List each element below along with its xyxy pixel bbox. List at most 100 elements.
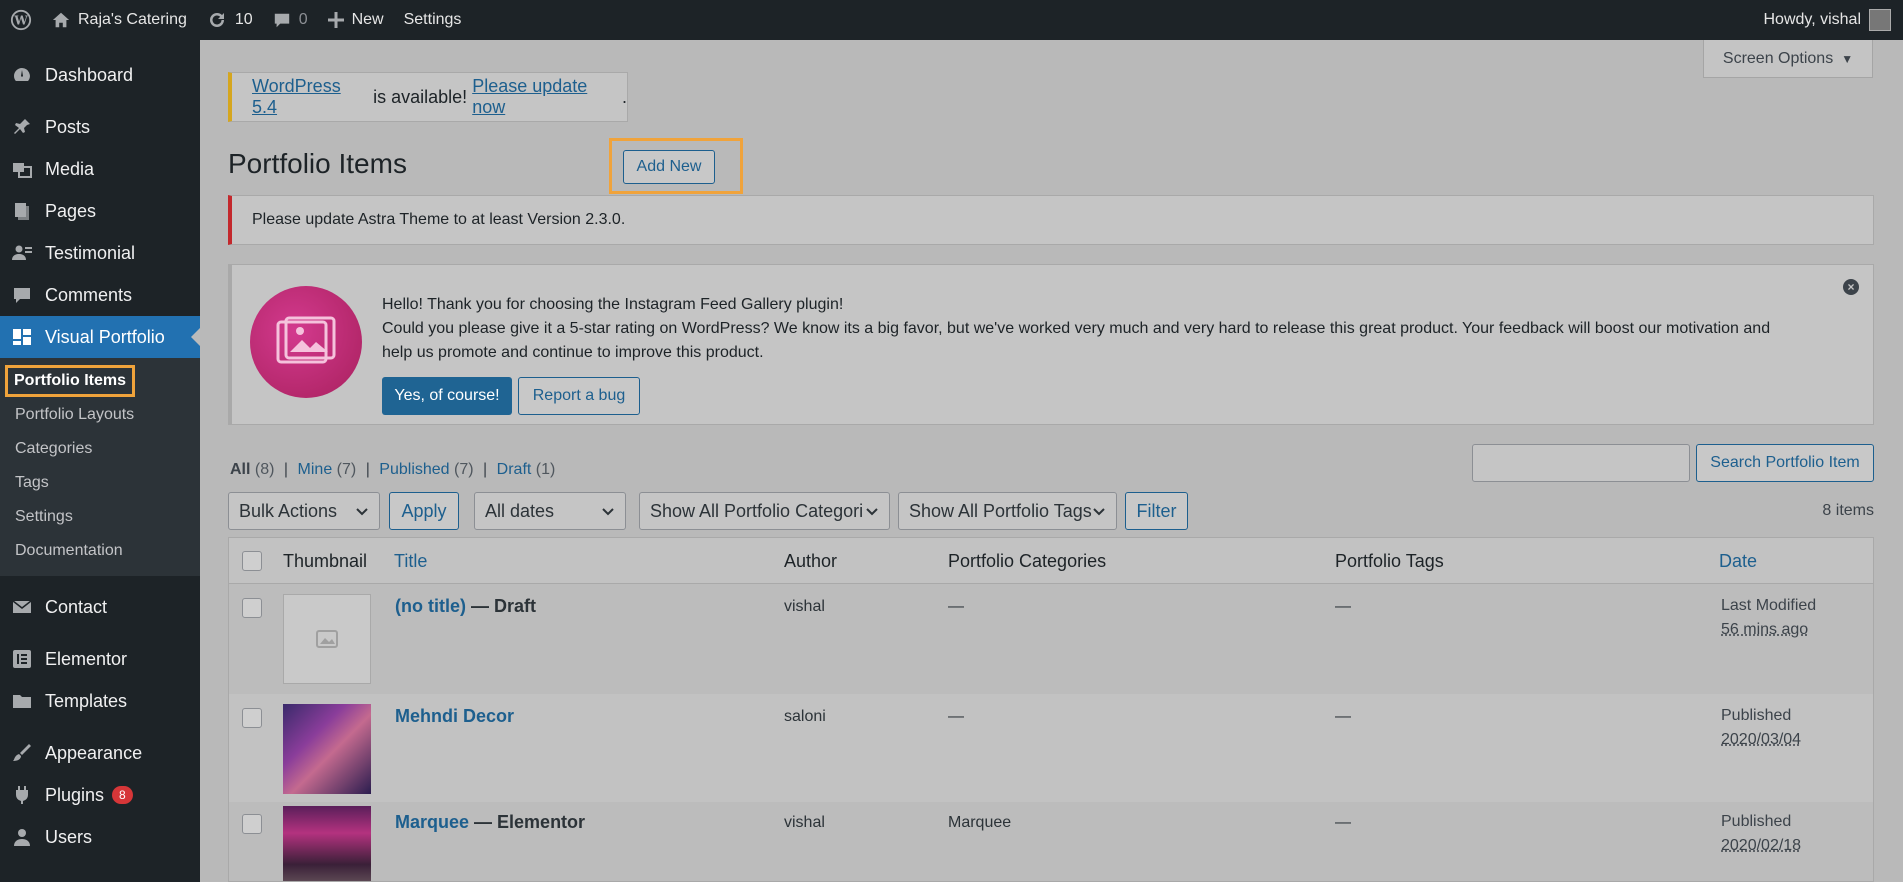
screen-options-button[interactable]: Screen Options ▼ bbox=[1703, 40, 1873, 78]
settings-link[interactable]: Settings bbox=[394, 0, 472, 40]
menu-label: Appearance bbox=[45, 742, 143, 763]
view-label: All bbox=[230, 461, 251, 478]
submenu-label: Tags bbox=[15, 474, 49, 491]
row-checkbox[interactable] bbox=[242, 708, 262, 728]
update-now-link[interactable]: Please update now bbox=[472, 76, 622, 118]
my-account[interactable]: Howdy, vishal bbox=[1763, 9, 1903, 31]
row-checkbox[interactable] bbox=[242, 814, 262, 834]
menu-visual-portfolio[interactable]: Visual Portfolio bbox=[0, 316, 200, 358]
table-row: (no title) — Draft vishal — — Last Modif… bbox=[229, 584, 1873, 694]
submenu-label: Portfolio Items bbox=[4, 365, 136, 397]
title-link[interactable]: (no title) bbox=[395, 596, 466, 616]
update-nag-text: is available! bbox=[368, 86, 473, 107]
author-link[interactable]: saloni bbox=[784, 708, 826, 726]
update-nag-end: . bbox=[621, 86, 627, 107]
comment-icon bbox=[273, 11, 291, 29]
apply-button[interactable]: Apply bbox=[389, 492, 459, 530]
menu-testimonial[interactable]: Testimonial bbox=[0, 232, 200, 274]
close-icon[interactable]: × bbox=[1843, 279, 1859, 295]
comments-link[interactable]: 0 bbox=[263, 0, 318, 40]
menu-pages[interactable]: Pages bbox=[0, 190, 200, 232]
view-all[interactable]: All (8) bbox=[230, 461, 274, 478]
date-status: Last Modified bbox=[1721, 597, 1817, 614]
thumbnail-image bbox=[283, 704, 371, 794]
chevron-down-icon bbox=[355, 503, 369, 524]
column-tags: Portfolio Tags bbox=[1335, 551, 1444, 571]
search-button[interactable]: Search Portfolio Item bbox=[1696, 444, 1874, 482]
submenu-portfolio-items[interactable]: Portfolio Items bbox=[0, 364, 200, 398]
add-new-button[interactable]: Add New bbox=[623, 150, 715, 184]
admin-menu: Dashboard Posts Media Pages Testimonial … bbox=[0, 40, 200, 882]
filter-button[interactable]: Filter bbox=[1125, 492, 1188, 530]
page-title: Portfolio Items bbox=[228, 148, 407, 179]
categories-select[interactable]: Show All Portfolio Categori bbox=[639, 492, 890, 530]
menu-users[interactable]: Users bbox=[0, 816, 200, 858]
user-icon bbox=[12, 827, 32, 847]
menu-label: Plugins bbox=[45, 784, 105, 805]
new-content-link[interactable]: New bbox=[318, 0, 394, 40]
menu-elementor[interactable]: Elementor bbox=[0, 638, 200, 680]
submenu-documentation[interactable]: Documentation bbox=[0, 534, 200, 568]
date-value: 2020/03/04 bbox=[1721, 731, 1802, 748]
menu-label: Visual Portfolio bbox=[45, 326, 165, 347]
submenu-categories[interactable]: Categories bbox=[0, 432, 200, 466]
site-name-link[interactable]: Raja's Catering bbox=[42, 0, 197, 40]
comments-icon bbox=[12, 285, 32, 305]
view-draft[interactable]: Draft (1) bbox=[497, 461, 556, 478]
menu-appearance[interactable]: Appearance bbox=[0, 732, 200, 774]
menu-plugins[interactable]: Plugins 8 bbox=[0, 774, 200, 816]
author-link[interactable]: vishal bbox=[784, 598, 825, 616]
date-value: 2020/02/18 bbox=[1721, 837, 1802, 854]
menu-label: Posts bbox=[45, 116, 91, 137]
submenu-settings[interactable]: Settings bbox=[0, 500, 200, 534]
tags-select[interactable]: Show All Portfolio Tags bbox=[898, 492, 1117, 530]
title-link[interactable]: Marquee bbox=[395, 812, 469, 832]
menu-contact[interactable]: Contact bbox=[0, 586, 200, 628]
chevron-down-icon bbox=[865, 503, 879, 524]
updates-link[interactable]: 10 bbox=[197, 0, 263, 40]
date-value: 56 mins ago bbox=[1721, 621, 1809, 638]
portfolio-items-table: Thumbnail Title Author Portfolio Categor… bbox=[228, 537, 1874, 882]
brush-icon bbox=[12, 743, 32, 763]
plus-icon bbox=[327, 12, 344, 28]
instagram-gallery-logo bbox=[250, 286, 362, 398]
elementor-icon bbox=[12, 649, 32, 669]
rate-yes-button[interactable]: Yes, of course! bbox=[382, 377, 512, 415]
view-label: Mine bbox=[297, 461, 333, 478]
separator: | bbox=[283, 461, 289, 478]
image-placeholder-icon bbox=[316, 630, 338, 648]
submenu-portfolio-layouts[interactable]: Portfolio Layouts bbox=[0, 398, 200, 432]
title-link[interactable]: Mehndi Decor bbox=[395, 706, 514, 726]
bulk-actions-select[interactable]: Bulk Actions bbox=[228, 492, 380, 530]
dates-select[interactable]: All dates bbox=[474, 492, 626, 530]
menu-dashboard[interactable]: Dashboard bbox=[0, 54, 200, 96]
report-bug-button[interactable]: Report a bug bbox=[518, 377, 640, 415]
category-link[interactable]: Marquee bbox=[948, 814, 1011, 832]
select-all-checkbox[interactable] bbox=[242, 551, 262, 571]
main-content: Screen Options ▼ WordPress 5.4 is availa… bbox=[200, 40, 1903, 882]
view-mine[interactable]: Mine (7) bbox=[298, 461, 357, 478]
view-label: Published bbox=[379, 461, 450, 478]
menu-comments[interactable]: Comments bbox=[0, 274, 200, 316]
search-input[interactable] bbox=[1472, 444, 1690, 482]
view-count: (8) bbox=[254, 461, 275, 478]
submenu-tags[interactable]: Tags bbox=[0, 466, 200, 500]
table-header: Thumbnail Title Author Portfolio Categor… bbox=[229, 538, 1873, 584]
submenu-label: Settings bbox=[15, 508, 73, 525]
author-link[interactable]: vishal bbox=[784, 814, 825, 832]
menu-media[interactable]: Media bbox=[0, 148, 200, 190]
submenu-label: Categories bbox=[15, 440, 93, 457]
notice-line: Hello! Thank you for choosing the Instag… bbox=[382, 296, 844, 313]
svg-text:W: W bbox=[13, 14, 28, 28]
wordpress-icon: W bbox=[10, 9, 32, 31]
row-checkbox[interactable] bbox=[242, 598, 262, 618]
menu-posts[interactable]: Posts bbox=[0, 106, 200, 148]
column-date[interactable]: Date bbox=[1719, 551, 1757, 572]
column-title[interactable]: Title bbox=[394, 551, 427, 572]
view-published[interactable]: Published (7) bbox=[379, 461, 473, 478]
folder-icon bbox=[12, 691, 32, 711]
wp-logo[interactable]: W bbox=[0, 0, 42, 40]
row-title: Mehndi Decor bbox=[395, 706, 514, 727]
menu-templates[interactable]: Templates bbox=[0, 680, 200, 722]
wordpress-version-link[interactable]: WordPress 5.4 bbox=[252, 76, 368, 118]
